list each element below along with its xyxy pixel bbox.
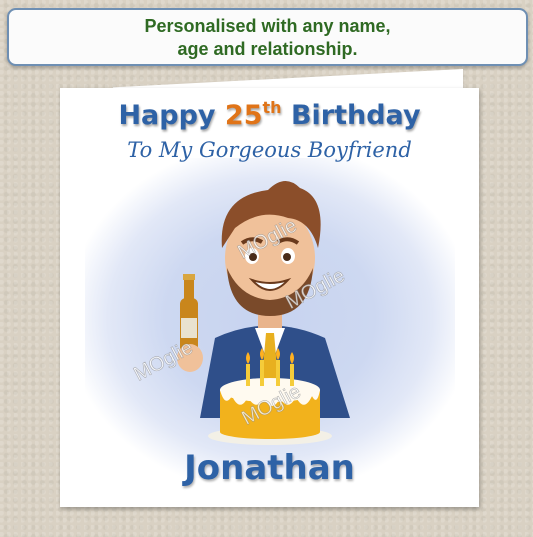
age-suffix: th <box>262 98 282 117</box>
info-banner: Personalised with any name, age and rela… <box>7 8 528 66</box>
title-suffix: Birthday <box>281 100 421 131</box>
age-number: 25 <box>224 100 263 131</box>
title-prefix: Happy <box>118 100 225 131</box>
greeting-card: Happy 25th Birthday To My Gorgeous Boyfr… <box>60 88 479 507</box>
banner-line-2: age and relationship. <box>177 39 358 59</box>
card-subtitle: To My Gorgeous Boyfriend <box>127 138 412 162</box>
recipient-name: Jonathan <box>184 448 355 488</box>
banner-line-1: Personalised with any name, <box>144 16 391 36</box>
card-title: Happy 25th Birthday <box>60 98 479 131</box>
